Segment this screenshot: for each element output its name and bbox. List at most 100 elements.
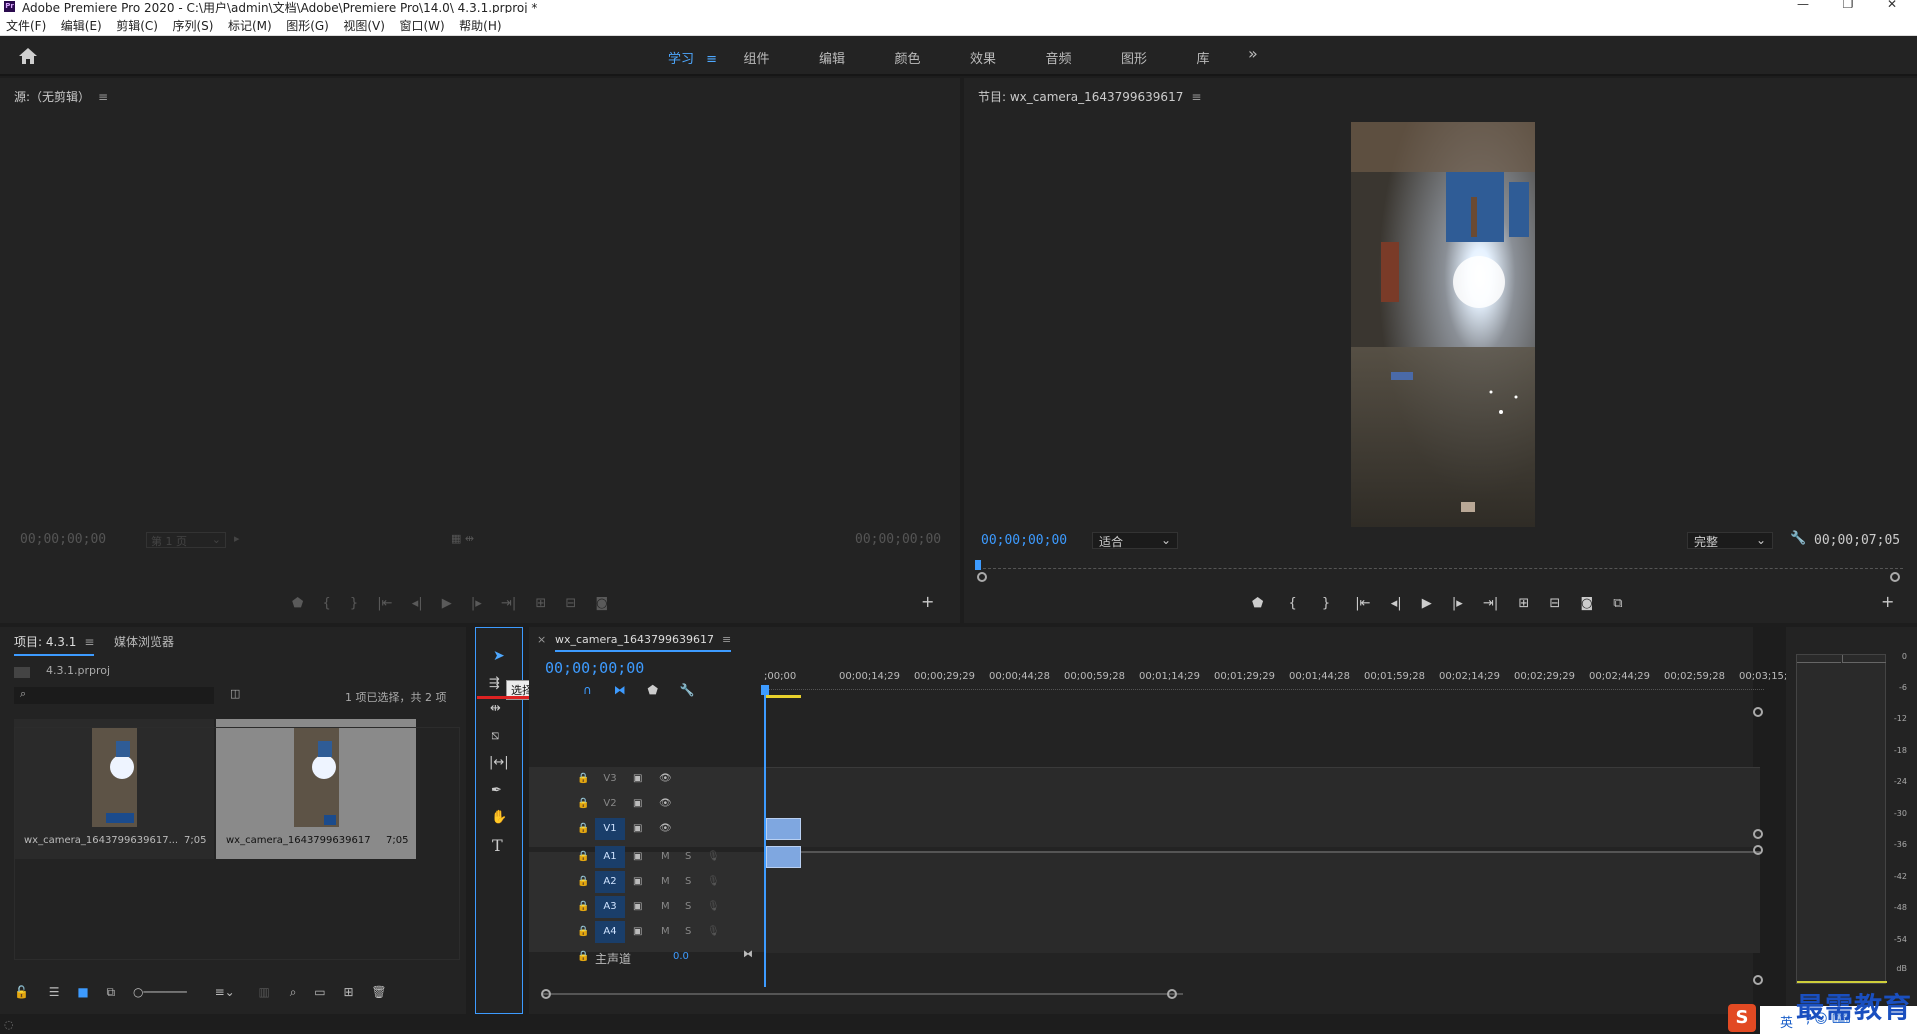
sync-lock-icon[interactable]: ▣ <box>633 876 642 887</box>
freeform-view-icon[interactable]: ⧉ <box>107 985 116 999</box>
video-clip[interactable] <box>766 818 801 840</box>
list-view-icon[interactable]: ☰ <box>49 985 60 999</box>
menu-sequence[interactable]: 序列(S) <box>166 13 218 34</box>
track-label[interactable]: V3 <box>595 768 625 790</box>
menu-help[interactable]: 帮助(H) <box>453 13 506 34</box>
panel-menu-icon[interactable]: ≡ <box>1191 90 1201 104</box>
menu-edit[interactable]: 编辑(E) <box>55 13 107 34</box>
ripple-edit-tool-icon[interactable]: ⇹ <box>490 701 501 716</box>
lock-icon[interactable]: 🔒 <box>577 798 589 809</box>
sequence-tab[interactable]: wx_camera_1643799639617 ≡ <box>555 633 732 652</box>
lock-icon[interactable]: 🔒 <box>577 851 589 862</box>
source-timecode[interactable]: 00;00;00;00 <box>20 532 106 547</box>
h-scrollbar[interactable] <box>543 993 1183 1001</box>
eye-icon[interactable]: 👁 <box>659 798 672 809</box>
microphone-icon[interactable]: 🎙 <box>707 901 720 912</box>
hand-tool-icon[interactable]: ✋ <box>491 810 507 825</box>
video-tracks-area[interactable] <box>766 767 1760 847</box>
panel-menu-icon[interactable]: ≡ <box>98 90 108 104</box>
project-search-input[interactable]: ⌕ <box>14 687 214 704</box>
linked-selection-icon[interactable]: ⧓ <box>614 683 626 697</box>
tab-project[interactable]: 项目: 4.3.1 ≡ <box>14 633 95 656</box>
lock-icon[interactable]: 🔒 <box>577 901 589 912</box>
razor-tool-icon[interactable]: ⧅ <box>491 728 499 743</box>
go-to-in-icon[interactable]: |⇤ <box>1355 596 1370 611</box>
program-video-frame[interactable] <box>1351 122 1535 527</box>
playhead-marker[interactable] <box>761 685 769 695</box>
menu-clip[interactable]: 剪辑(C) <box>110 13 163 34</box>
project-item[interactable]: wx_camera_1643799639617... 7;05 <box>14 719 214 859</box>
new-item-icon[interactable]: ⊞ <box>343 985 353 999</box>
lock-icon[interactable]: 🔒 <box>577 876 589 887</box>
minimize-button[interactable]: — <box>1783 0 1823 13</box>
h-scroll-handle-right[interactable] <box>1167 989 1177 999</box>
v-scroll-handle[interactable] <box>1753 829 1763 839</box>
new-bin-icon[interactable]: ▭ <box>314 985 325 999</box>
sync-lock-icon[interactable]: ▣ <box>633 851 642 862</box>
workspace-tab-effects[interactable]: 效果 <box>970 48 1042 67</box>
step-forward-icon[interactable]: |▸ <box>1452 596 1463 611</box>
workspace-tab-graphics[interactable]: 图形 <box>1121 48 1193 67</box>
menu-graphics[interactable]: 图形(G) <box>280 13 334 34</box>
timeline-settings-icon[interactable]: 🔧 <box>680 683 695 697</box>
menu-window[interactable]: 窗口(W) <box>393 13 449 34</box>
audio-tracks-area[interactable] <box>766 853 1760 953</box>
workspace-tab-color[interactable]: 颜色 <box>895 48 967 67</box>
time-ruler[interactable]: ;00;00 00;00;14;29 00;00;29;29 00;00;44;28 0… <box>764 671 1787 687</box>
track-label[interactable]: A2 <box>595 871 625 893</box>
solo-button[interactable]: S <box>685 876 691 887</box>
selection-tool-icon[interactable]: ➤ <box>493 648 505 664</box>
v-scroll-handle[interactable] <box>1753 975 1763 985</box>
h-scroll-handle-left[interactable] <box>541 989 551 999</box>
scroll-handle-right[interactable] <box>1890 572 1900 582</box>
track-label[interactable]: A3 <box>595 896 625 918</box>
zoom-select[interactable]: 适合 ⌄ <box>1092 532 1178 549</box>
extract-icon[interactable]: ⊟ <box>1549 596 1560 611</box>
home-icon[interactable] <box>18 47 38 65</box>
lift-icon[interactable]: ⊞ <box>1518 596 1529 611</box>
new-bin-icon[interactable]: ◫ <box>230 687 240 700</box>
v-scroll-handle[interactable] <box>1753 707 1763 717</box>
v-scroll-handle[interactable] <box>1753 845 1763 855</box>
lock-icon[interactable]: 🔒 <box>577 926 589 937</box>
add-marker-icon[interactable]: ⬟ <box>1252 596 1263 611</box>
pen-tool-icon[interactable]: ✒ <box>491 783 502 798</box>
program-scrubber[interactable] <box>978 559 1903 569</box>
eye-icon[interactable]: 👁 <box>659 773 672 784</box>
add-button-icon[interactable]: + <box>1881 592 1894 611</box>
solo-button[interactable]: S <box>685 851 691 862</box>
go-to-out-icon[interactable]: ⇥| <box>1483 596 1498 611</box>
track-select-tool-icon[interactable]: ⇶ <box>489 676 500 691</box>
program-timecode[interactable]: 00;00;00;00 <box>981 533 1067 548</box>
work-area-bar[interactable] <box>765 695 801 698</box>
audio-clip[interactable] <box>766 846 801 868</box>
mute-button[interactable]: M <box>661 851 670 862</box>
program-title[interactable]: 节目: wx_camera_1643799639617 <box>978 90 1183 104</box>
mark-out-icon[interactable]: } <box>1322 596 1330 611</box>
zoom-slider-icon[interactable]: ○────── <box>133 985 187 999</box>
lock-icon[interactable]: 🔒 <box>577 823 589 834</box>
solo-button[interactable]: S <box>685 901 691 912</box>
close-sequence-icon[interactable]: × <box>537 633 546 646</box>
menu-marker[interactable]: 标记(M) <box>222 13 277 34</box>
step-back-icon[interactable]: ◂| <box>1391 596 1402 611</box>
track-label[interactable]: V2 <box>595 793 625 815</box>
mute-button[interactable]: M <box>661 876 670 887</box>
microphone-icon[interactable]: 🎙 <box>707 851 720 862</box>
source-title[interactable]: 源:（无剪辑） <box>14 90 90 104</box>
scroll-handle-left[interactable] <box>977 572 987 582</box>
menu-view[interactable]: 视图(V) <box>337 13 390 34</box>
tab-media-browser[interactable]: 媒体浏览器 <box>114 633 174 650</box>
sync-lock-icon[interactable]: ▣ <box>633 901 642 912</box>
workspace-tab-learning[interactable]: 学习 ≡ <box>668 48 740 67</box>
quality-select[interactable]: 完整 ⌄ <box>1687 532 1773 549</box>
track-label[interactable]: A1 <box>595 846 625 868</box>
close-button[interactable]: ✕ <box>1872 0 1912 13</box>
compare-icon[interactable]: ⧉ <box>1613 596 1622 611</box>
lock-icon[interactable]: 🔒 <box>577 773 589 784</box>
track-label[interactable]: V1 <box>595 818 625 840</box>
icon-view-icon[interactable]: ■ <box>77 985 88 999</box>
workspace-tab-assembly[interactable]: 组件 <box>744 48 816 67</box>
mute-button[interactable]: M <box>661 926 670 937</box>
snap-icon[interactable]: ∩ <box>583 683 592 697</box>
